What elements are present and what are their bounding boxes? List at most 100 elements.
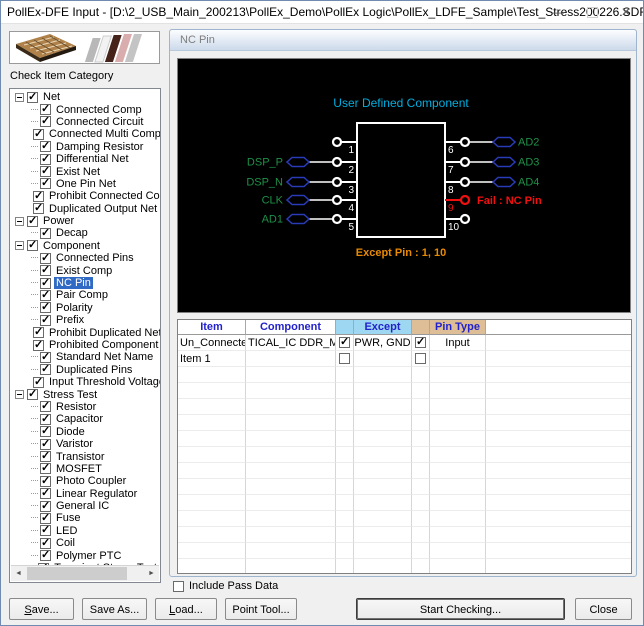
table-cell[interactable] (246, 367, 336, 383)
table-cell[interactable] (178, 447, 246, 463)
table-cell[interactable] (178, 559, 246, 574)
checkbox[interactable] (27, 389, 38, 400)
table-cell[interactable] (246, 479, 336, 495)
point-tool-button[interactable]: Point Tool... (225, 598, 297, 620)
save-button[interactable]: Save... (9, 598, 74, 620)
table-cell[interactable] (336, 383, 354, 399)
close-button[interactable]: Close (575, 598, 632, 620)
table-cell[interactable] (412, 559, 430, 574)
checkbox[interactable] (40, 451, 51, 462)
checkbox[interactable] (27, 216, 38, 227)
table-row[interactable] (178, 559, 631, 574)
table-cell[interactable] (178, 463, 246, 479)
table-cell[interactable] (336, 447, 354, 463)
table-cell[interactable] (430, 559, 486, 574)
checkbox[interactable] (33, 327, 44, 338)
table-row[interactable] (178, 431, 631, 447)
table-cell[interactable] (354, 495, 412, 511)
checkbox[interactable] (40, 154, 51, 165)
table-cell[interactable] (246, 543, 336, 559)
checkbox[interactable] (40, 463, 51, 474)
column-header-checkbox[interactable] (486, 320, 632, 335)
tree-item-polarity[interactable]: Polarity (11, 302, 159, 314)
table-cell[interactable] (246, 495, 336, 511)
table-cell[interactable] (486, 431, 632, 447)
table-cell[interactable] (336, 351, 354, 367)
tree-item-capacitor[interactable]: Capacitor (11, 413, 159, 425)
table-cell[interactable] (486, 383, 632, 399)
table-row[interactable] (178, 399, 631, 415)
table-cell[interactable] (430, 463, 486, 479)
table-cell[interactable] (430, 527, 486, 543)
tree-item-pair-comp[interactable]: Pair Comp (11, 289, 159, 301)
checkbox[interactable] (27, 92, 38, 103)
table-cell[interactable] (354, 399, 412, 415)
checkbox[interactable] (33, 340, 44, 351)
table-cell[interactable] (178, 367, 246, 383)
table-cell[interactable] (486, 543, 632, 559)
table-cell[interactable] (486, 495, 632, 511)
table-cell[interactable] (430, 383, 486, 399)
table-cell[interactable] (412, 511, 430, 527)
tree-group-power[interactable]: Power (11, 215, 159, 227)
tree-item-transistor[interactable]: Transistor (11, 450, 159, 462)
tree-item-polymer-ptc[interactable]: Polymer PTC (11, 549, 159, 561)
table-cell[interactable] (412, 367, 430, 383)
table-cell[interactable] (246, 511, 336, 527)
tree-item-photo-coupler[interactable]: Photo Coupler (11, 475, 159, 487)
table-cell[interactable] (354, 479, 412, 495)
table-cell[interactable] (412, 431, 430, 447)
table-cell[interactable] (246, 447, 336, 463)
table-cell[interactable]: PWR, GND (354, 335, 412, 351)
tree-item-exist-comp[interactable]: Exist Comp (11, 264, 159, 276)
checkbox[interactable] (415, 337, 426, 348)
scroll-right-arrow-icon[interactable]: ► (144, 566, 159, 581)
table-cell[interactable] (178, 511, 246, 527)
column-header-checkbox[interactable] (336, 320, 354, 335)
checkbox[interactable] (40, 166, 51, 177)
checkbox[interactable] (40, 426, 51, 437)
checkbox[interactable] (40, 401, 51, 412)
include-pass-data-option[interactable]: Include Pass Data (173, 580, 278, 592)
tree-horizontal-scrollbar[interactable]: ◄ ► (11, 565, 159, 581)
collapse-icon[interactable] (15, 241, 24, 250)
table-cell[interactable] (246, 415, 336, 431)
table-cell[interactable]: Item 1 (178, 351, 246, 367)
table-row[interactable] (178, 367, 631, 383)
table-cell[interactable] (486, 447, 632, 463)
table-cell[interactable] (486, 479, 632, 495)
checkbox[interactable] (40, 501, 51, 512)
column-header-checkbox[interactable] (412, 320, 430, 335)
tree-item-diode[interactable]: Diode (11, 426, 159, 438)
table-cell[interactable] (354, 543, 412, 559)
column-header-component-group[interactable]: Component Group (246, 320, 336, 335)
load-button[interactable]: Load... (155, 598, 217, 620)
checkbox[interactable] (33, 377, 44, 388)
start-checking-button[interactable]: Start Checking... (356, 598, 565, 620)
checkbox[interactable] (40, 476, 51, 487)
table-row[interactable] (178, 511, 631, 527)
checkbox[interactable] (415, 353, 426, 364)
table-cell[interactable] (486, 527, 632, 543)
checkbox[interactable] (339, 353, 350, 364)
tree-item-linear-regulator[interactable]: Linear Regulator (11, 488, 159, 500)
table-cell[interactable] (430, 447, 486, 463)
checkbox[interactable] (40, 513, 51, 524)
table-cell[interactable] (354, 511, 412, 527)
checkbox[interactable] (40, 364, 51, 375)
table-cell[interactable] (336, 527, 354, 543)
tree-item-general-ic[interactable]: General IC (11, 500, 159, 512)
table-cell[interactable] (486, 399, 632, 415)
table-cell[interactable] (412, 447, 430, 463)
table-cell[interactable] (336, 335, 354, 351)
table-cell[interactable] (178, 415, 246, 431)
table-cell[interactable] (412, 415, 430, 431)
table-cell[interactable] (246, 399, 336, 415)
close-window-button[interactable]: ✕ (609, 1, 643, 23)
checkbox[interactable] (40, 302, 51, 313)
table-row[interactable] (178, 479, 631, 495)
checkbox[interactable] (40, 265, 51, 276)
tree-item-fuse[interactable]: Fuse (11, 512, 159, 524)
table-cell[interactable] (178, 479, 246, 495)
table-cell[interactable] (412, 479, 430, 495)
